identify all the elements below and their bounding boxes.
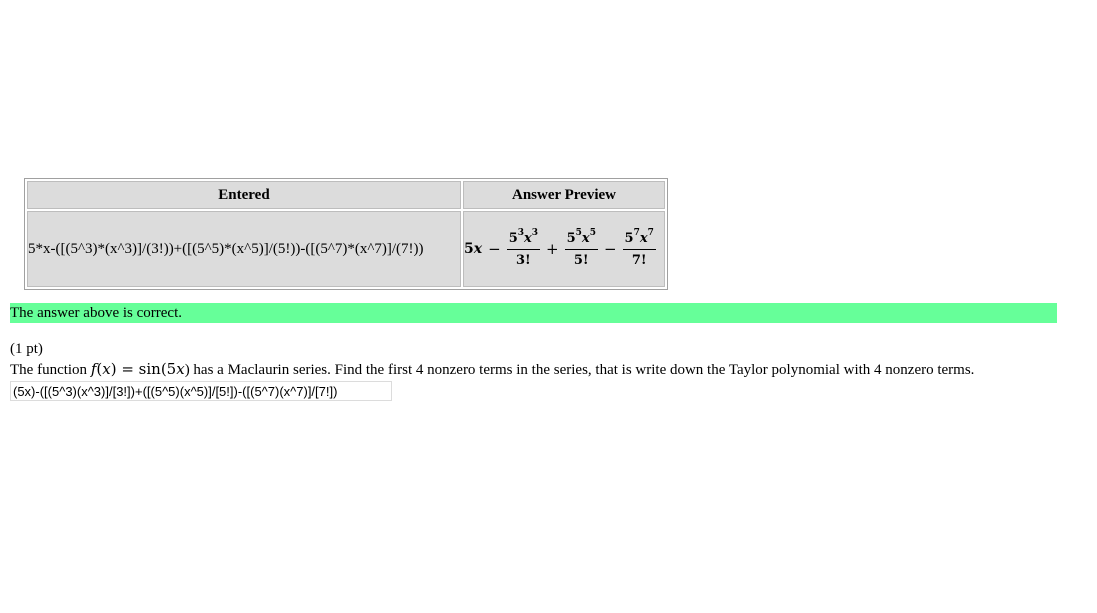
- term1-denominator: 3!: [515, 252, 531, 268]
- term1-var-exp: 3: [531, 228, 539, 239]
- term2-coef-exp: 5: [575, 228, 582, 239]
- operator-minus-2: −: [603, 240, 617, 258]
- problem-text-intro: The function: [10, 362, 91, 378]
- answer-preview-formula: 5x − 53x3 3! + 55x5 5! − 57x7 7!: [464, 228, 664, 268]
- fraction-term-2: 55x5 5!: [564, 228, 598, 268]
- function-definition: = sin(5: [116, 360, 177, 378]
- term2-var: x: [581, 230, 590, 246]
- lead-variable: x: [473, 241, 483, 257]
- term2-denominator: 5!: [573, 252, 589, 268]
- term3-var-exp: 7: [647, 228, 654, 239]
- term2-coef: 5: [566, 230, 576, 246]
- problem-points: (1 pt): [10, 341, 43, 357]
- lead-coefficient: 5: [464, 241, 474, 257]
- operator-minus: −: [488, 240, 501, 258]
- term2-var-exp: 5: [589, 228, 596, 239]
- sin-variable: x: [176, 360, 185, 378]
- problem-statement: The function f(x) = sin(5x) has a Maclau…: [10, 360, 975, 378]
- fraction-term-3: 57x7 7!: [622, 228, 656, 268]
- entered-column-header: Entered: [27, 181, 461, 209]
- term1-coef-exp: 3: [517, 228, 524, 239]
- preview-column-header: Answer Preview: [463, 181, 665, 209]
- correct-status-banner: The answer above is correct.: [10, 303, 1057, 323]
- fraction-term-1: 53x3 3!: [506, 228, 541, 268]
- answer-results-table: Entered Answer Preview 5*x-([(5^3)*(x^3)…: [24, 178, 668, 290]
- answer-input-field[interactable]: [10, 381, 392, 401]
- term3-coef: 5: [624, 230, 634, 246]
- term1-var: x: [524, 230, 532, 246]
- term3-coef-exp: 7: [633, 228, 640, 239]
- problem-text-rest: ) has a Maclaurin series. Find the first…: [184, 362, 975, 378]
- term3-var: x: [639, 230, 648, 246]
- answer-preview-cell: 5x − 53x3 3! + 55x5 5! − 57x7 7!: [463, 211, 665, 287]
- entered-answer-cell: 5*x-([(5^3)*(x^3)]/(3!))+([(5^5)*(x^5)]/…: [27, 211, 461, 287]
- term1-coef: 5: [508, 230, 518, 246]
- operator-plus: +: [546, 240, 559, 258]
- function-argument: x: [102, 360, 111, 378]
- term3-denominator: 7!: [631, 252, 647, 268]
